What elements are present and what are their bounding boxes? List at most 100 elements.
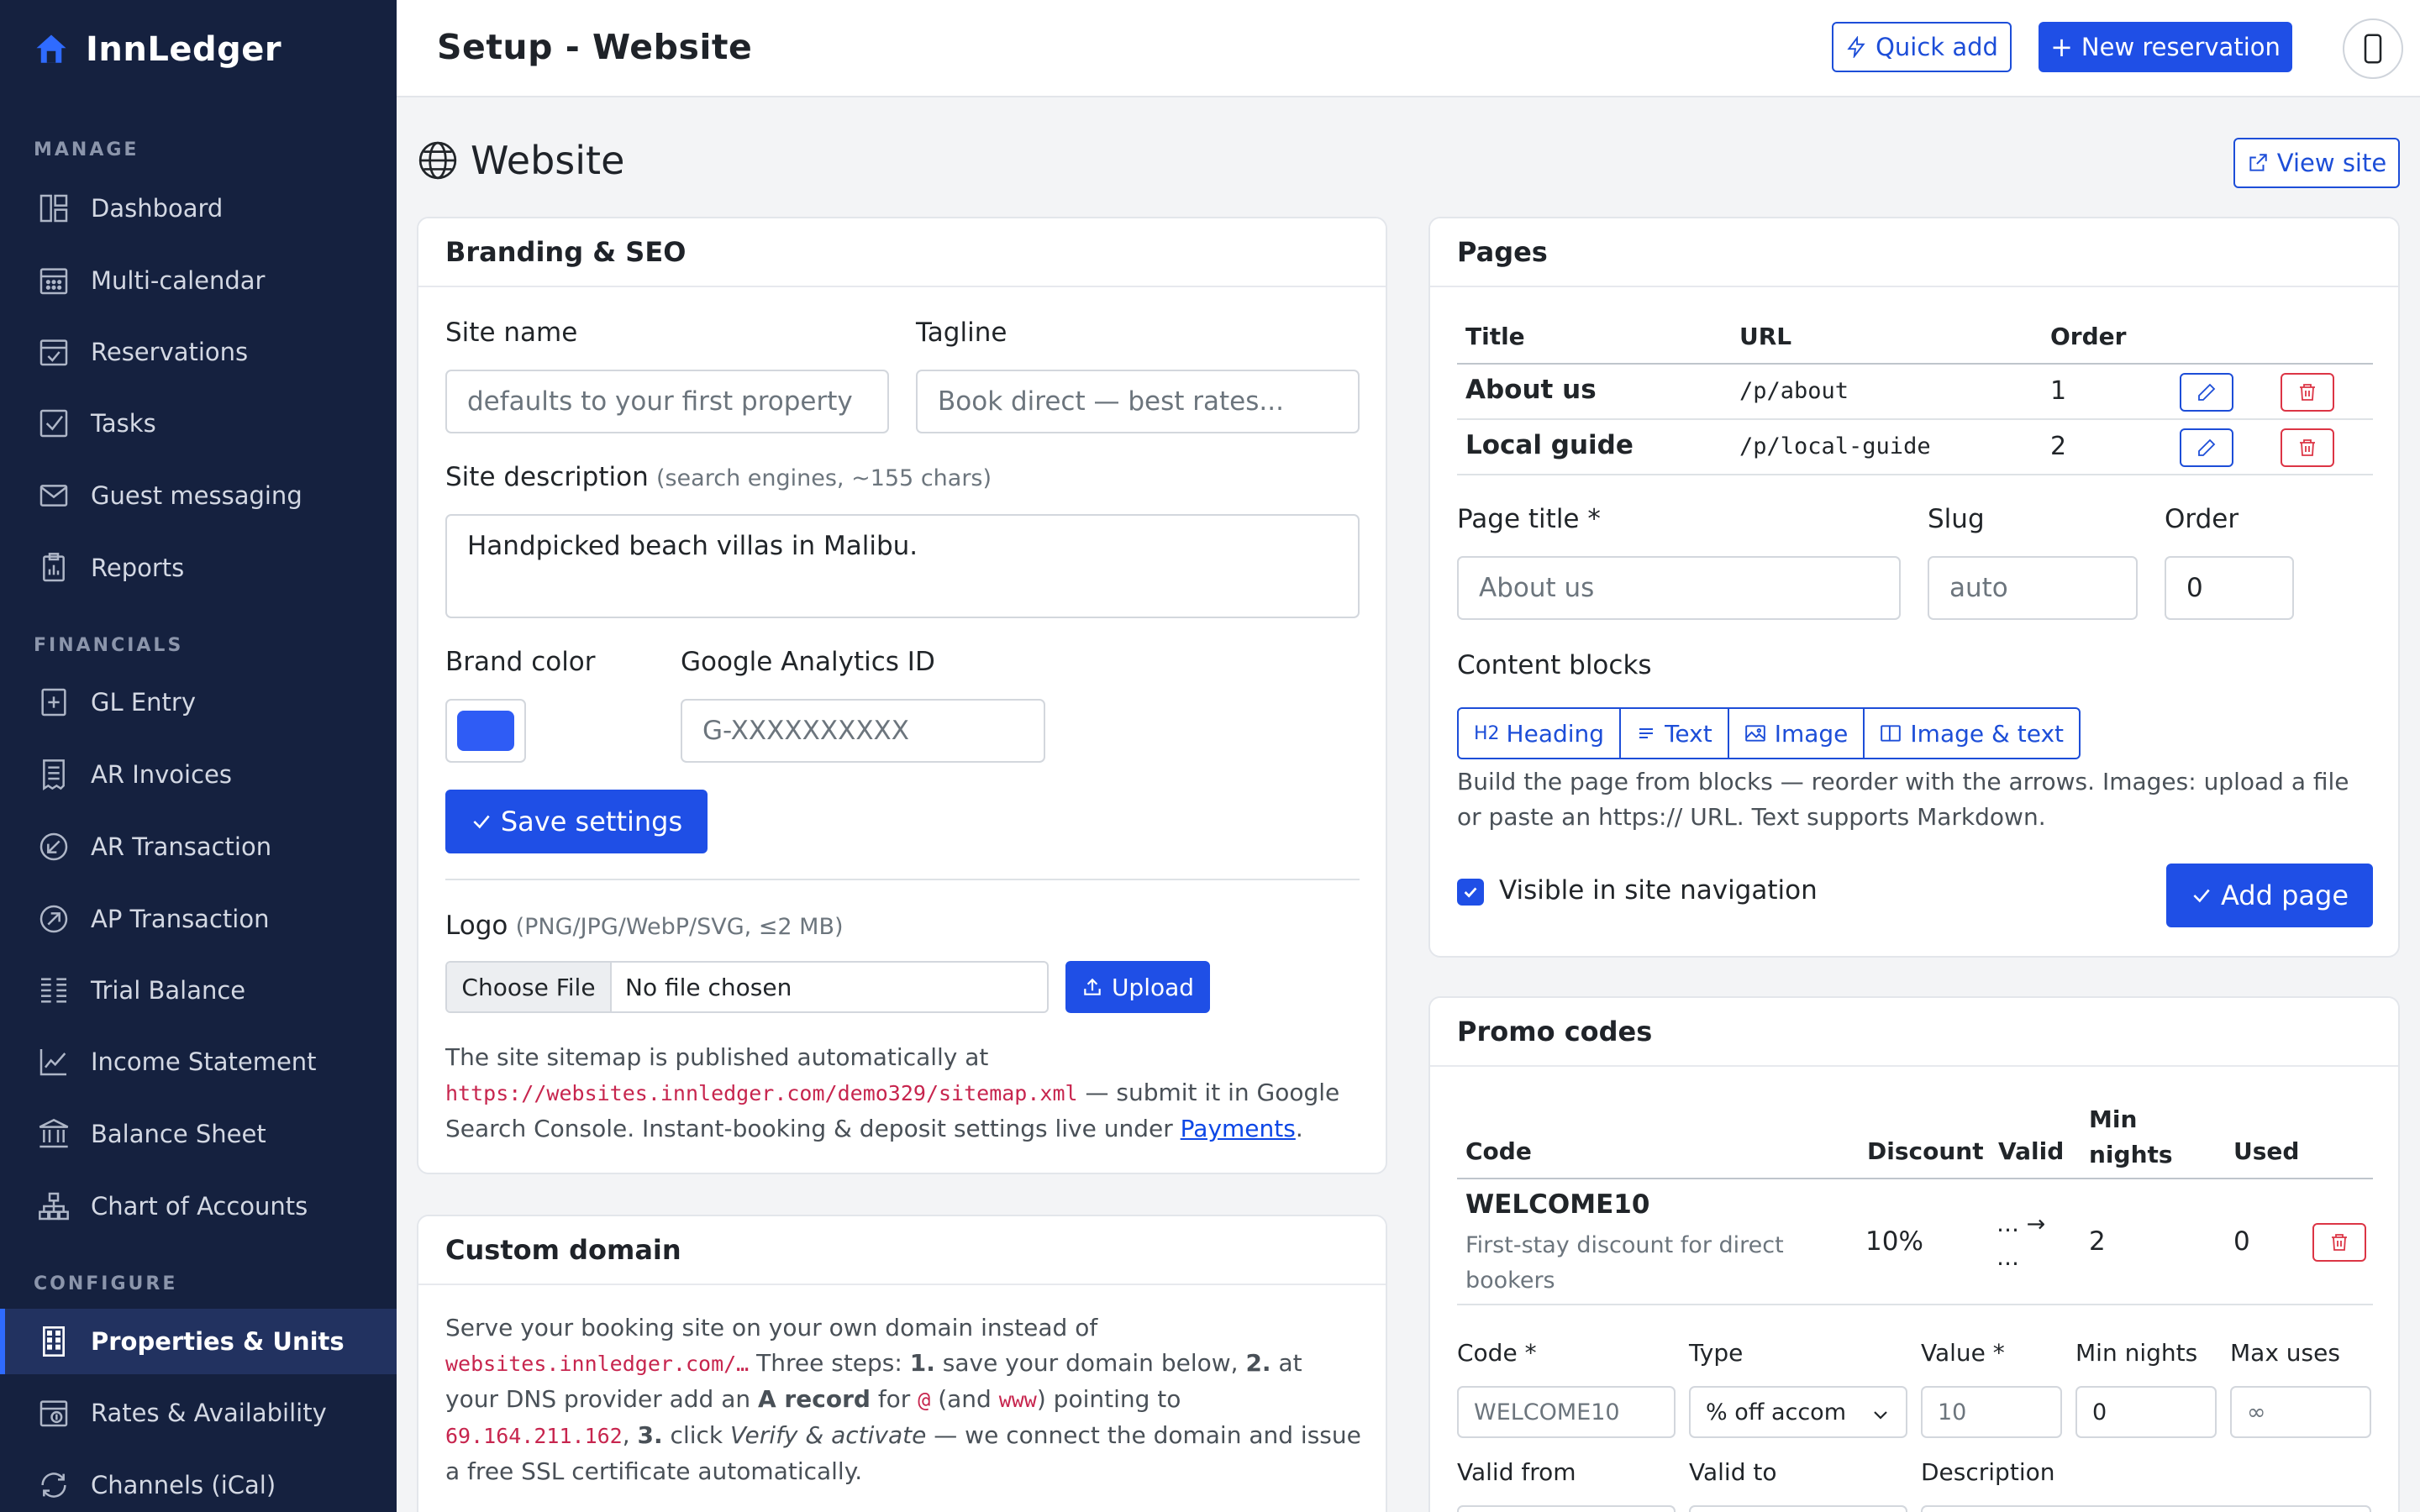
visible-in-nav-checkbox[interactable] [1457, 879, 1484, 906]
promo-value-input[interactable]: 10 [1921, 1386, 2062, 1438]
sidebar-item-rates-availability[interactable]: Rates & Availability [0, 1380, 397, 1446]
lightning-icon [1847, 36, 1865, 58]
promo-type-label: Type [1689, 1339, 1744, 1367]
save-settings-label: Save settings [500, 806, 683, 837]
brand-color-label: Brand color [445, 647, 596, 677]
order-input[interactable]: 0 [2165, 556, 2294, 620]
domain-code: websites.innledger.com/… [445, 1352, 750, 1376]
site-name-input[interactable]: defaults to your first property [445, 370, 889, 433]
page-title-input[interactable]: About us [1457, 556, 1901, 620]
brand[interactable]: InnLedger [34, 30, 281, 69]
google-analytics-label: Google Analytics ID [681, 647, 935, 677]
sidebar-item-guest-messaging[interactable]: Guest messaging [0, 463, 397, 528]
upload-label: Upload [1111, 973, 1195, 1001]
bank-icon [39, 1118, 69, 1148]
visible-in-nav-label[interactable]: Visible in site navigation [1499, 875, 1818, 906]
save-settings-button[interactable]: Save settings [445, 790, 708, 853]
www-code: www [998, 1388, 1037, 1412]
page-title: Setup - Website [437, 27, 753, 67]
site-description-textarea[interactable]: Handpicked beach villas in Malibu. [445, 514, 1360, 618]
section-title-manage: MANAGE [34, 139, 139, 160]
globe-icon [418, 141, 457, 180]
view-site-label: View site [2276, 149, 2387, 177]
promo-code-label: Code * [1457, 1339, 1537, 1367]
choose-file-button[interactable]: Choose File [447, 963, 612, 1011]
sidebar-item-label: Chart of Accounts [91, 1192, 308, 1221]
sidebar-item-reservations[interactable]: Reservations [0, 319, 397, 385]
promo-description: First-stay discount for direct bookers [1465, 1228, 1784, 1299]
new-reservation-button[interactable]: + New reservation [2039, 22, 2292, 72]
card-title: Custom domain [418, 1216, 1386, 1285]
page-row-order: 1 [2050, 376, 2067, 406]
sidebar-item-multi-calendar[interactable]: Multi-calendar [0, 248, 397, 313]
add-page-button[interactable]: Add page [2166, 864, 2373, 927]
divider [445, 879, 1360, 880]
sidebar-item-tasks[interactable]: Tasks [0, 391, 397, 456]
sidebar-item-label: Guest messaging [91, 481, 302, 510]
block-label: Heading [1506, 719, 1605, 748]
instruction-text: click [662, 1421, 731, 1449]
delete-page-button[interactable] [2281, 428, 2334, 467]
sidebar-item-income-statement[interactable]: Income Statement [0, 1029, 397, 1095]
journal-plus-icon [41, 688, 66, 717]
slug-input[interactable]: auto [1928, 556, 2138, 620]
sidebar-item-dashboard[interactable]: Dashboard [0, 176, 397, 241]
sidebar-item-ap-transaction[interactable]: AP Transaction [0, 886, 397, 952]
logo-file-input[interactable]: Choose File No file chosen [445, 961, 1049, 1013]
instruction-text: — we connect the domain and issue [926, 1421, 1361, 1449]
sidebar-item-reports[interactable]: Reports [0, 535, 397, 601]
sidebar-item-properties-units[interactable]: Properties & Units [0, 1309, 397, 1374]
payments-link[interactable]: Payments [1181, 1115, 1296, 1142]
sync-icon [41, 1473, 66, 1498]
quick-add-button[interactable]: Quick add [1832, 22, 2012, 72]
brand-color-picker[interactable] [445, 699, 526, 763]
promo-description-input[interactable] [1921, 1505, 2371, 1512]
promo-min-nights-input[interactable]: 0 [2075, 1386, 2217, 1438]
view-site-button[interactable]: View site [2233, 138, 2400, 188]
sidebar-item-channels-ical[interactable]: Channels (iCal) [0, 1452, 397, 1512]
sidebar-item-balance-sheet[interactable]: Balance Sheet [0, 1101, 397, 1167]
promo-valid-from-input[interactable] [1457, 1505, 1676, 1512]
external-link-icon [2249, 154, 2267, 171]
step-number: 1. [909, 1349, 935, 1377]
google-analytics-input[interactable]: G-XXXXXXXXXX [681, 699, 1045, 763]
sitemap-url: https://websites.innledger.com/demo329/s… [445, 1081, 1078, 1105]
delete-page-button[interactable] [2281, 373, 2334, 412]
tagline-input[interactable]: Book direct — best rates... [916, 370, 1360, 433]
upload-icon [1084, 978, 1101, 995]
add-text-block-button[interactable]: Text [1621, 709, 1729, 758]
sidebar-item-label: AR Invoices [91, 760, 232, 789]
add-image-block-button[interactable]: Image [1729, 709, 1865, 758]
device-toggle-button[interactable] [2343, 18, 2403, 79]
slug-label: Slug [1928, 504, 1985, 534]
sidebar-item-ar-invoices[interactable]: AR Invoices [0, 742, 397, 807]
edit-page-button[interactable] [2180, 428, 2233, 467]
edit-page-button[interactable] [2180, 373, 2233, 412]
page-row-order: 2 [2050, 432, 2067, 461]
add-image-text-block-button[interactable]: Image & text [1865, 709, 2079, 758]
promo-max-uses-input[interactable]: ∞ [2230, 1386, 2371, 1438]
clipboard-chart-icon [43, 553, 65, 582]
promo-type-select[interactable]: % off accom [1689, 1386, 1907, 1438]
branding-card: Branding & SEO Site name defaults to you… [417, 217, 1387, 1174]
check-icon [473, 815, 490, 829]
step-number: 2. [1245, 1349, 1271, 1377]
add-heading-block-button[interactable]: H2 Heading [1459, 709, 1622, 758]
sidebar-item-chart-of-accounts[interactable]: Chart of Accounts [0, 1173, 397, 1239]
block-label: Image [1774, 719, 1849, 748]
site-name-label: Site name [445, 318, 578, 348]
sidebar-item-label: Dashboard [91, 194, 224, 223]
promo-valid-line: … → [1996, 1211, 2046, 1237]
card-title: Promo codes [1430, 998, 2398, 1067]
diagram-icon [39, 1192, 69, 1221]
receipt-icon [43, 759, 65, 791]
tagline-label: Tagline [916, 318, 1007, 348]
sidebar-item-ar-transaction[interactable]: AR Transaction [0, 814, 397, 879]
sidebar-item-trial-balance[interactable]: Trial Balance [0, 958, 397, 1023]
sidebar-item-gl-entry[interactable]: GL Entry [0, 669, 397, 735]
promo-valid-to-input[interactable] [1689, 1505, 1907, 1512]
upload-button[interactable]: Upload [1065, 961, 1210, 1013]
delete-promo-button[interactable] [2312, 1223, 2366, 1262]
promo-code-input[interactable]: WELCOME10 [1457, 1386, 1676, 1438]
sitemap-text: . [1295, 1115, 1303, 1142]
